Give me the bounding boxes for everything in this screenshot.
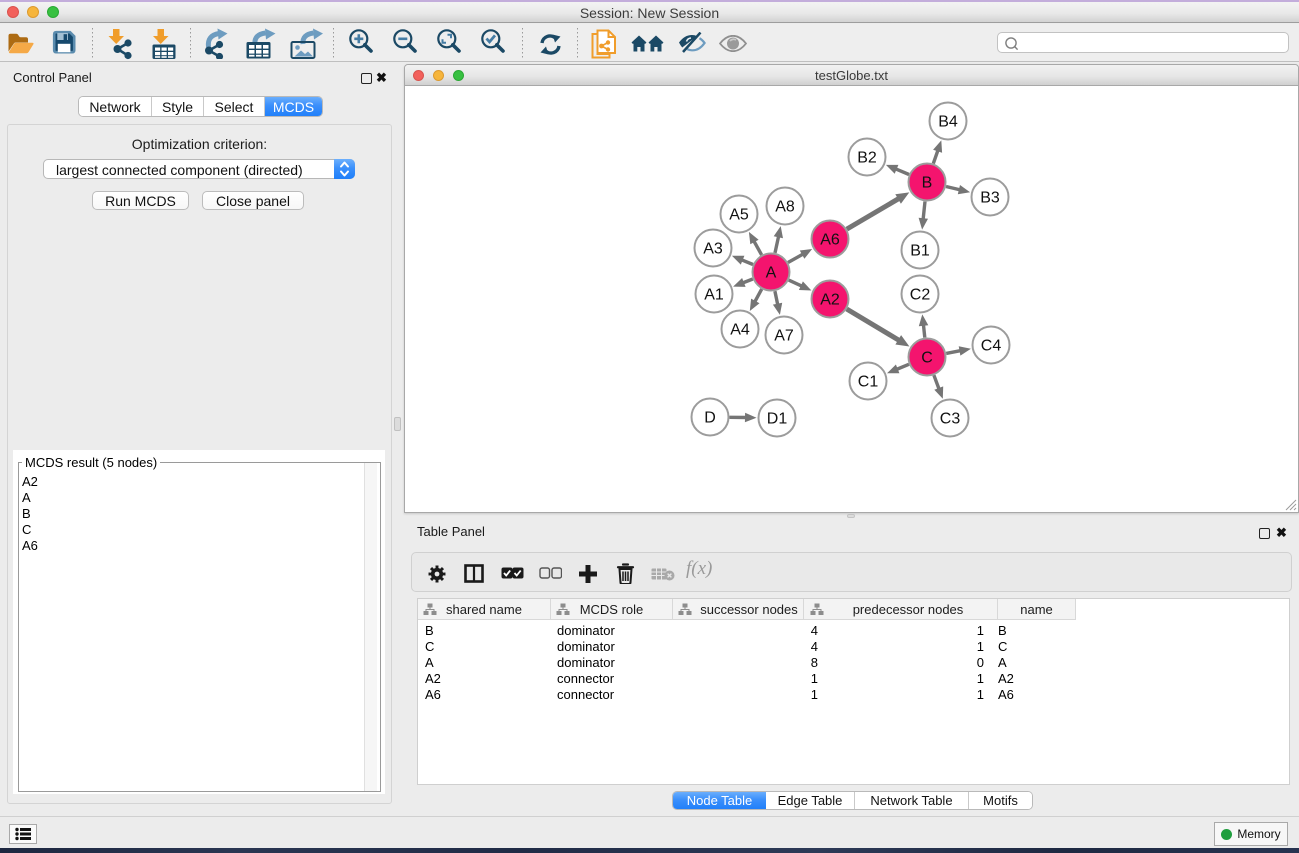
svg-text:A1: A1 — [704, 287, 724, 304]
svg-text:C4: C4 — [981, 338, 1002, 355]
svg-text:C1: C1 — [858, 374, 879, 391]
svg-text:B4: B4 — [938, 114, 958, 131]
svg-text:A8: A8 — [775, 199, 795, 216]
svg-text:A5: A5 — [729, 207, 749, 224]
svg-text:C3: C3 — [940, 411, 961, 428]
svg-text:D1: D1 — [767, 411, 788, 428]
svg-text:A6: A6 — [820, 232, 840, 249]
svg-text:A: A — [766, 265, 777, 282]
svg-text:A7: A7 — [774, 328, 794, 345]
svg-text:A3: A3 — [703, 241, 723, 258]
svg-text:B: B — [922, 175, 933, 192]
svg-text:A4: A4 — [730, 322, 750, 339]
svg-text:C: C — [921, 350, 933, 367]
svg-text:B3: B3 — [980, 190, 1000, 207]
svg-text:A2: A2 — [820, 292, 840, 309]
svg-text:B1: B1 — [910, 243, 930, 260]
svg-text:C2: C2 — [910, 287, 931, 304]
svg-text:B2: B2 — [857, 150, 877, 167]
svg-text:D: D — [704, 410, 716, 427]
